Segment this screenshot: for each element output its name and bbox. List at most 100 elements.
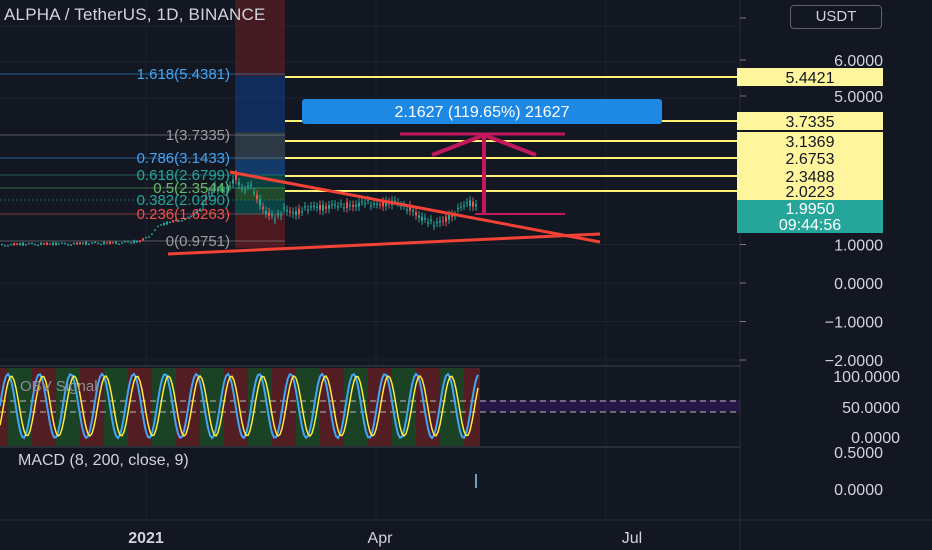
candle-body	[433, 225, 435, 227]
obv-signal-caption: OBV Signal	[20, 378, 98, 395]
candle-body	[118, 243, 120, 245]
candle-body	[148, 236, 150, 238]
osc-tick-label: 50.0000	[842, 400, 900, 417]
macd-caption[interactable]: MACD (8, 200, close, 9)	[18, 452, 189, 470]
candle-body	[415, 212, 417, 216]
candle-body	[364, 203, 366, 205]
price-tick-label: 6.0000	[834, 53, 883, 70]
macd-tick-label: 0.0000	[834, 482, 883, 499]
candle-body	[349, 204, 351, 206]
candle-body	[139, 240, 141, 243]
candle-body	[472, 201, 474, 207]
candle-body	[100, 244, 102, 246]
price-tick-label: −1.0000	[825, 315, 883, 332]
candle-body	[439, 221, 441, 223]
candle-body	[262, 206, 264, 209]
countdown-text: 09:44:56	[779, 217, 841, 234]
candle-body	[85, 241, 87, 245]
candle-body	[394, 200, 396, 202]
candle-body	[127, 241, 129, 243]
time-tick-label: Apr	[368, 530, 394, 547]
candle-body	[460, 206, 462, 208]
candle-body	[475, 204, 477, 207]
candle-body	[421, 216, 423, 221]
candle-body	[301, 211, 303, 213]
price-tick-label: −2.0000	[825, 353, 883, 370]
price-tag-text: 3.1369	[786, 134, 835, 151]
candle-body	[25, 244, 27, 246]
candle-body	[145, 237, 147, 239]
candle-body	[97, 243, 99, 245]
candle-body	[250, 185, 252, 187]
candle-body	[103, 241, 105, 244]
candle-body	[247, 186, 249, 188]
candle-body	[124, 241, 126, 243]
price-tick-label: 0.0000	[834, 276, 883, 293]
candle-body	[52, 242, 54, 245]
candle-body	[106, 242, 108, 244]
candle-body	[316, 206, 318, 208]
time-tick-label: Jul	[622, 530, 642, 547]
candle-body	[274, 219, 276, 221]
candle-body	[307, 209, 309, 211]
candle-body	[151, 233, 153, 235]
candle-body	[448, 215, 450, 220]
candle-body	[67, 244, 69, 246]
candle-body	[163, 222, 165, 226]
candle-body	[310, 206, 312, 208]
candle-body	[232, 179, 234, 184]
candle-body	[376, 203, 378, 205]
candle-body	[298, 208, 300, 215]
candle-body	[319, 204, 321, 210]
candle-body	[121, 242, 123, 244]
candle-body	[157, 226, 159, 228]
fib-label: 0.236(1.6263)	[137, 206, 230, 223]
fib-zone-0786	[235, 160, 285, 175]
candle-body	[337, 206, 339, 208]
candle-body	[292, 212, 294, 214]
candle-body	[31, 243, 33, 245]
candle-body	[322, 204, 324, 211]
candle-body	[64, 243, 66, 245]
price-tag-text: 3.7335	[786, 114, 835, 131]
osc-tick-label: 100.0000	[833, 369, 900, 386]
candle-body	[40, 242, 42, 245]
candle-body	[88, 243, 90, 245]
candle-body	[244, 190, 246, 192]
candle-body	[343, 207, 345, 209]
candle-body	[10, 244, 12, 246]
candle-body	[37, 245, 39, 247]
candle-body	[325, 206, 327, 209]
candle-body	[61, 242, 63, 244]
candle-body	[253, 191, 255, 193]
price-tick-label: 1.0000	[834, 238, 883, 255]
currency-button[interactable]: USDT	[790, 5, 882, 29]
candle-body	[109, 241, 111, 244]
candle-body	[91, 242, 93, 244]
candle-body	[1, 244, 3, 246]
candle-body	[424, 218, 426, 220]
current-price-text: 1.9950	[786, 201, 835, 218]
candle-body	[235, 174, 237, 181]
candle-body	[19, 243, 21, 245]
symbol-title[interactable]: ALPHA / TetherUS, 1D, BINANCE	[4, 5, 266, 25]
candle-body	[412, 210, 414, 212]
candle-body	[16, 243, 18, 245]
candle-body	[277, 214, 279, 216]
candle-body	[160, 224, 162, 226]
candle-body	[313, 205, 315, 207]
fib-label: 1(3.7335)	[166, 127, 230, 144]
price-tag-text: 5.4421	[786, 70, 835, 87]
candle-body	[115, 241, 117, 244]
candle-body	[370, 205, 372, 207]
candle-body	[259, 199, 261, 206]
price-tag-text: 2.3488	[786, 169, 835, 186]
osc-bar	[456, 368, 464, 446]
candle-body	[49, 243, 51, 245]
candle-body	[58, 243, 60, 245]
candle-body	[268, 212, 270, 216]
candle-body	[133, 240, 135, 244]
candle-body	[379, 204, 381, 206]
candle-body	[361, 201, 363, 203]
candle-body	[28, 243, 30, 245]
